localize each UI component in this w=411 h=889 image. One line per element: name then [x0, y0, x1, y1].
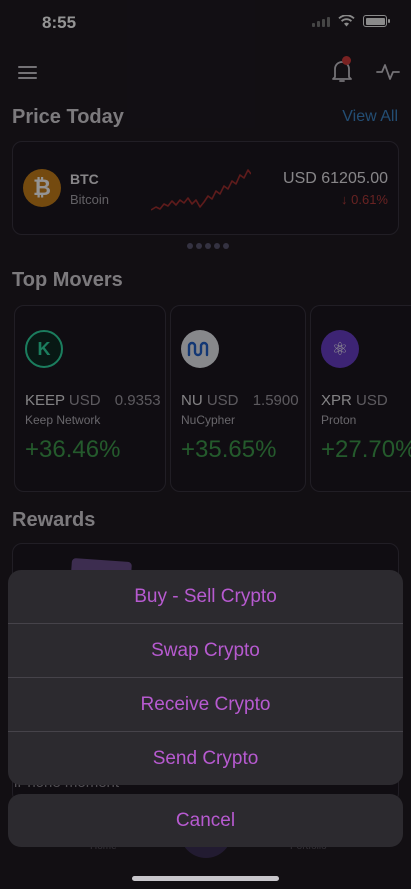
receive-crypto-button[interactable]: Receive Crypto — [8, 678, 403, 732]
home-indicator — [132, 876, 279, 881]
app-screen: 8:55 Price Today View All ₿ BTC Bitcoin — [0, 0, 411, 889]
cancel-button[interactable]: Cancel — [8, 794, 403, 847]
send-crypto-button[interactable]: Send Crypto — [8, 732, 403, 785]
swap-crypto-button[interactable]: Swap Crypto — [8, 624, 403, 678]
buy-sell-crypto-button[interactable]: Buy - Sell Crypto — [8, 570, 403, 624]
action-sheet: Buy - Sell Crypto Swap Crypto Receive Cr… — [8, 570, 403, 785]
